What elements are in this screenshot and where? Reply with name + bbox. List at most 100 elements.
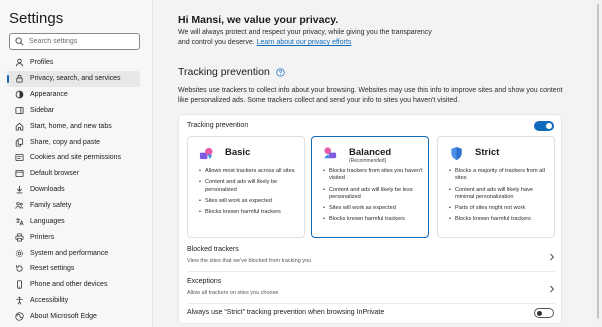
sidebar-item-label: Languages [30,217,65,225]
chevron-right-icon [549,248,555,261]
sidebar-item-label: Cookies and site permissions [30,154,122,162]
option-bullets: Allows most trackers across all sites Co… [199,168,303,220]
list-item: Sites will work as expected [199,198,303,206]
list-item: Blocks known harmful trackers [449,216,553,224]
sidebar-item-label: Default browser [30,170,80,178]
sidebar-nav: Profiles Privacy, search, and services A… [0,55,153,324]
sidebar-item-printers[interactable]: Printers [0,229,153,245]
toggle-knob [546,123,552,129]
exceptions-title: Exceptions [187,278,222,285]
sidebar-item-family-safety[interactable]: Family safety [0,198,153,214]
sidebar-item-sidebar[interactable]: Sidebar [0,103,153,119]
list-item: Blocks known harmful trackers [323,216,427,224]
sidebar-item-label: Downloads [30,186,65,194]
blocked-trackers-row[interactable]: Blocked trackers View the sites that we'… [179,240,563,270]
section-title: Tracking prevention [178,66,270,78]
option-name: Basic [225,147,251,158]
inprivate-strict-toggle[interactable] [534,308,554,318]
option-basic[interactable]: Basic Allows most trackers across all si… [187,136,305,238]
privacy-efforts-link[interactable]: Learn about our privacy efforts [257,39,352,46]
list-item: Content and ads will likely have minimal… [449,187,553,202]
toggle-knob [537,310,542,316]
share-icon [15,138,24,147]
option-bullets: Blocks trackers from sites you haven't v… [323,168,427,228]
list-item: Sites will work as expected [323,205,427,213]
browser-icon [15,169,24,178]
tracking-card-title: Tracking prevention [187,122,249,129]
search-box[interactable] [9,33,140,50]
search-input[interactable] [29,38,129,45]
sidebar-item-label: Accessibility [30,297,69,305]
tracking-prevention-toggle[interactable] [534,121,554,131]
download-icon [15,185,24,194]
edge-icon [15,312,24,321]
tracking-prevention-heading: Tracking prevention [178,66,285,78]
accessibility-icon [15,296,24,305]
recommended-label: (Recommended) [349,158,387,164]
basic-shapes-icon [199,146,214,161]
privacy-intro: We will always protect and respect your … [178,28,468,48]
sidebar-item-reset[interactable]: Reset settings [0,261,153,277]
settings-title: Settings [9,10,64,27]
divider [187,303,555,304]
shield-icon [449,146,464,161]
phone-icon [15,280,24,289]
sidebar-item-label: Family safety [30,202,72,210]
option-name: Balanced [349,147,392,158]
sidebar-item-accessibility[interactable]: Accessibility [0,293,153,309]
sidebar-item-cookies[interactable]: Cookies and site permissions [0,150,153,166]
family-icon [15,201,24,210]
list-item: Parts of sites might not work [449,205,553,213]
system-icon [15,249,24,258]
sidebar-item-about[interactable]: About Microsoft Edge [0,309,153,325]
search-icon [15,33,24,51]
blocked-trackers-subtitle: View the sites that we've blocked from t… [187,258,312,264]
list-item: Content and ads will likely be less pers… [323,187,427,202]
list-item: Blocks trackers from sites you haven't v… [323,168,427,183]
main-content: Hi Mansi, we value your privacy. We will… [153,0,593,327]
sidebar-item-label: Phone and other devices [30,281,108,289]
home-icon [15,122,24,131]
privacy-greeting: Hi Mansi, we value your privacy. [178,14,339,26]
printer-icon [15,233,24,242]
sidebar-item-languages[interactable]: Languages [0,213,153,229]
sidebar-item-start-home[interactable]: Start, home, and new tabs [0,118,153,134]
help-icon[interactable] [276,67,285,77]
exceptions-subtitle: Allow all trackers on sites you choose [187,290,279,296]
sidebar-item-label: About Microsoft Edge [30,312,97,320]
scrollbar-thumb[interactable] [597,4,599,319]
sidebar-item-share[interactable]: Share, copy and paste [0,134,153,150]
option-bullets: Blocks a majority of trackers from all s… [449,168,553,228]
sidebar-item-privacy[interactable]: Privacy, search, and services [7,70,140,87]
sidebar-item-label: Profiles [30,59,54,67]
sidebar-item-downloads[interactable]: Downloads [0,182,153,198]
sidebar-item-label: Start, home, and new tabs [30,122,112,130]
cookie-icon [15,153,24,162]
lock-icon [15,74,24,83]
sidebar: Settings Profiles Privacy, search, and s… [0,0,153,327]
sidebar-item-appearance[interactable]: Appearance [0,87,153,103]
option-balanced[interactable]: Balanced (Recommended) Blocks trackers f… [311,136,429,238]
list-item: Content and ads will likely be personali… [199,179,303,194]
reset-icon [15,264,24,273]
sidebar-item-system[interactable]: System and performance [0,245,153,261]
tracking-description: Websites use trackers to collect info ab… [178,87,563,104]
blocked-trackers-title: Blocked trackers [187,246,239,253]
sidebar-icon [15,106,24,115]
tracking-prevention-card: Tracking prevention Basic Allows most tr… [178,114,562,324]
option-strict[interactable]: Strict Blocks a majority of trackers fro… [437,136,555,238]
scrollbar[interactable] [593,0,602,327]
intro-text-line2: and control you deserve. [178,39,257,46]
balanced-scale-icon [323,146,338,161]
exceptions-row[interactable]: Exceptions Allow all trackers on sites y… [179,272,563,302]
sidebar-item-label: Privacy, search, and services [30,75,121,83]
appearance-icon [15,90,24,99]
inprivate-strict-label: Always use “Strict” tracking prevention … [187,309,385,316]
list-item: Allows most trackers across all sites [199,168,303,176]
sidebar-item-label: Share, copy and paste [30,138,101,146]
sidebar-item-profiles[interactable]: Profiles [0,55,153,71]
sidebar-item-phone[interactable]: Phone and other devices [0,277,153,293]
list-item: Blocks a majority of trackers from all s… [449,168,553,183]
sidebar-item-default-browser[interactable]: Default browser [0,166,153,182]
sidebar-item-label: Appearance [30,91,68,99]
